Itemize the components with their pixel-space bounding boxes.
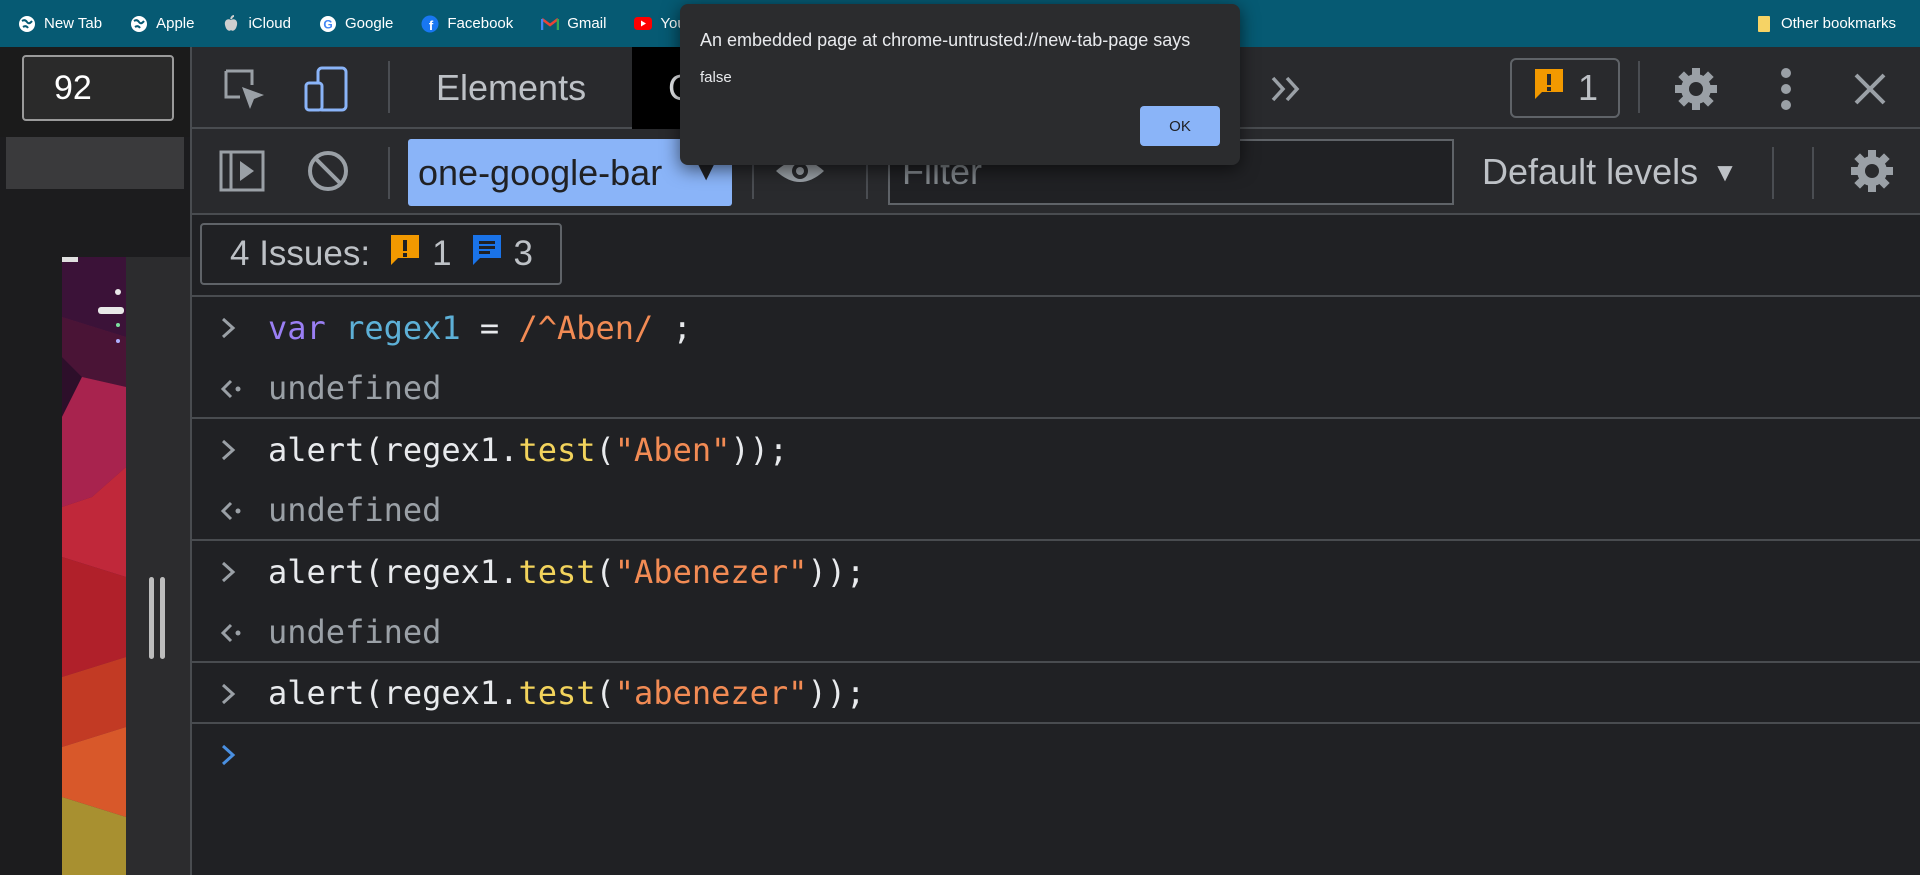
bookmark-new-tab[interactable]: New Tab [0,0,112,47]
console-input-line[interactable]: alert(regex1.test("Aben")); [192,419,1920,480]
bookmark-label: Google [345,15,394,32]
sidebar-toggle-icon[interactable] [214,143,270,199]
devtools-panel: Elements C 1 one-google-bar ▼ Filter Def… [190,47,1920,875]
zoom-input[interactable]: 92 [22,55,174,121]
tab-elements[interactable]: Elements [406,47,586,129]
console-code: alert(regex1.test("abenezer")); [268,673,866,712]
console-code: var regex1 = /^Aben/ ; [268,308,692,347]
split-handle[interactable] [126,257,190,875]
zoom-row: 92 [0,47,190,137]
settings-gear-icon[interactable] [1668,61,1724,117]
console-code: alert(regex1.test("Abenezer")); [268,552,866,591]
inspect-element-icon[interactable] [216,61,272,117]
globe-icon [18,15,36,33]
console-result-line: undefined [192,480,1920,541]
dialog-title: An embedded page at chrome-untrusted://n… [700,30,1191,50]
facebook-icon: f [421,15,439,33]
bookmark-label: iCloud [248,15,291,32]
issues-bar: 4 Issues: 1 3 [192,215,1920,297]
context-value: one-google-bar [418,151,663,193]
tab-console[interactable]: C [632,47,686,129]
bookmark-gmail[interactable]: Gmail [523,0,616,47]
console-prompt[interactable] [192,724,1920,785]
other-bookmarks[interactable]: Other bookmarks [1737,0,1906,47]
issues-summary-label: 4 Issues: [230,234,371,273]
issues-counter-button[interactable]: 1 [1510,58,1620,118]
close-icon[interactable] [1842,61,1898,117]
google-icon: G [319,15,337,33]
console-code: alert(regex1.test("Aben")); [268,430,789,469]
bookmark-facebook[interactable]: f Facebook [403,0,523,47]
other-bookmarks-label: Other bookmarks [1780,15,1896,32]
clear-console-icon[interactable] [300,143,356,199]
page-viewport: 92 [0,47,190,875]
console-result: undefined [268,490,442,529]
bookmark-icloud[interactable]: iCloud [204,0,301,47]
more-options-kebab-icon[interactable] [1758,61,1814,117]
console-input-line[interactable]: alert(regex1.test("Abenezer")); [192,541,1920,602]
svg-text:G: G [323,17,332,31]
separator [388,61,390,113]
console-input-line[interactable]: alert(regex1.test("abenezer")); [192,663,1920,724]
log-levels-dropdown[interactable]: Default levels ▼ [1482,139,1738,205]
input-chevron-icon [220,663,236,724]
separator [1812,147,1814,199]
console-result: undefined [268,368,442,407]
console-output: var regex1 = /^Aben/ ; undefined alert(r… [192,297,1920,785]
result-arrow-icon [220,480,244,541]
input-chevron-icon [220,297,236,358]
device-toggle-icon[interactable] [298,61,354,117]
console-input-line[interactable]: var regex1 = /^Aben/ ; [192,297,1920,358]
console-result-line: undefined [192,602,1920,663]
drag-grip-icon[interactable] [149,577,165,659]
warning-count: 1 [432,234,452,273]
dropdown-arrow-icon: ▼ [1712,156,1738,187]
input-chevron-icon [220,541,236,602]
globe-icon [130,15,148,33]
bookmark-label: New Tab [44,15,103,32]
separator [1772,147,1774,199]
separator [388,147,390,199]
result-arrow-icon [220,602,244,663]
svg-text:f: f [429,18,434,33]
dialog-message: false [700,69,732,86]
warning-icon [388,233,422,276]
alert-dialog: An embedded page at chrome-untrusted://n… [680,4,1240,165]
page-toolbar [6,137,184,189]
gmail-icon [541,15,560,33]
levels-label: Default levels [1482,151,1699,192]
bookmark-apple[interactable]: Apple [112,0,204,47]
console-result: undefined [268,612,442,651]
bookmark-label: Apple [156,15,195,32]
separator [1638,61,1640,113]
warning-icon [1532,67,1566,110]
info-message-icon [470,233,504,276]
youtube-icon [634,15,653,33]
bookmark-label: Gmail [567,15,607,32]
more-tabs-chevron-icon[interactable] [1258,61,1314,117]
ok-button[interactable]: OK [1140,106,1220,146]
issues-summary-button[interactable]: 4 Issues: 1 3 [200,223,562,285]
console-settings-gear-icon[interactable] [1844,143,1900,199]
issues-count: 1 [1577,67,1599,108]
info-count: 3 [513,234,534,273]
bookmark-google[interactable]: G Google [301,0,403,47]
prompt-chevron-icon [220,724,236,785]
folder-icon [1755,15,1773,33]
result-arrow-icon [220,358,244,419]
page-thumbnail [62,257,126,875]
bookmark-label: Facebook [447,15,514,32]
console-result-line: undefined [192,358,1920,419]
input-chevron-icon [220,419,236,480]
apple-icon [222,14,240,33]
